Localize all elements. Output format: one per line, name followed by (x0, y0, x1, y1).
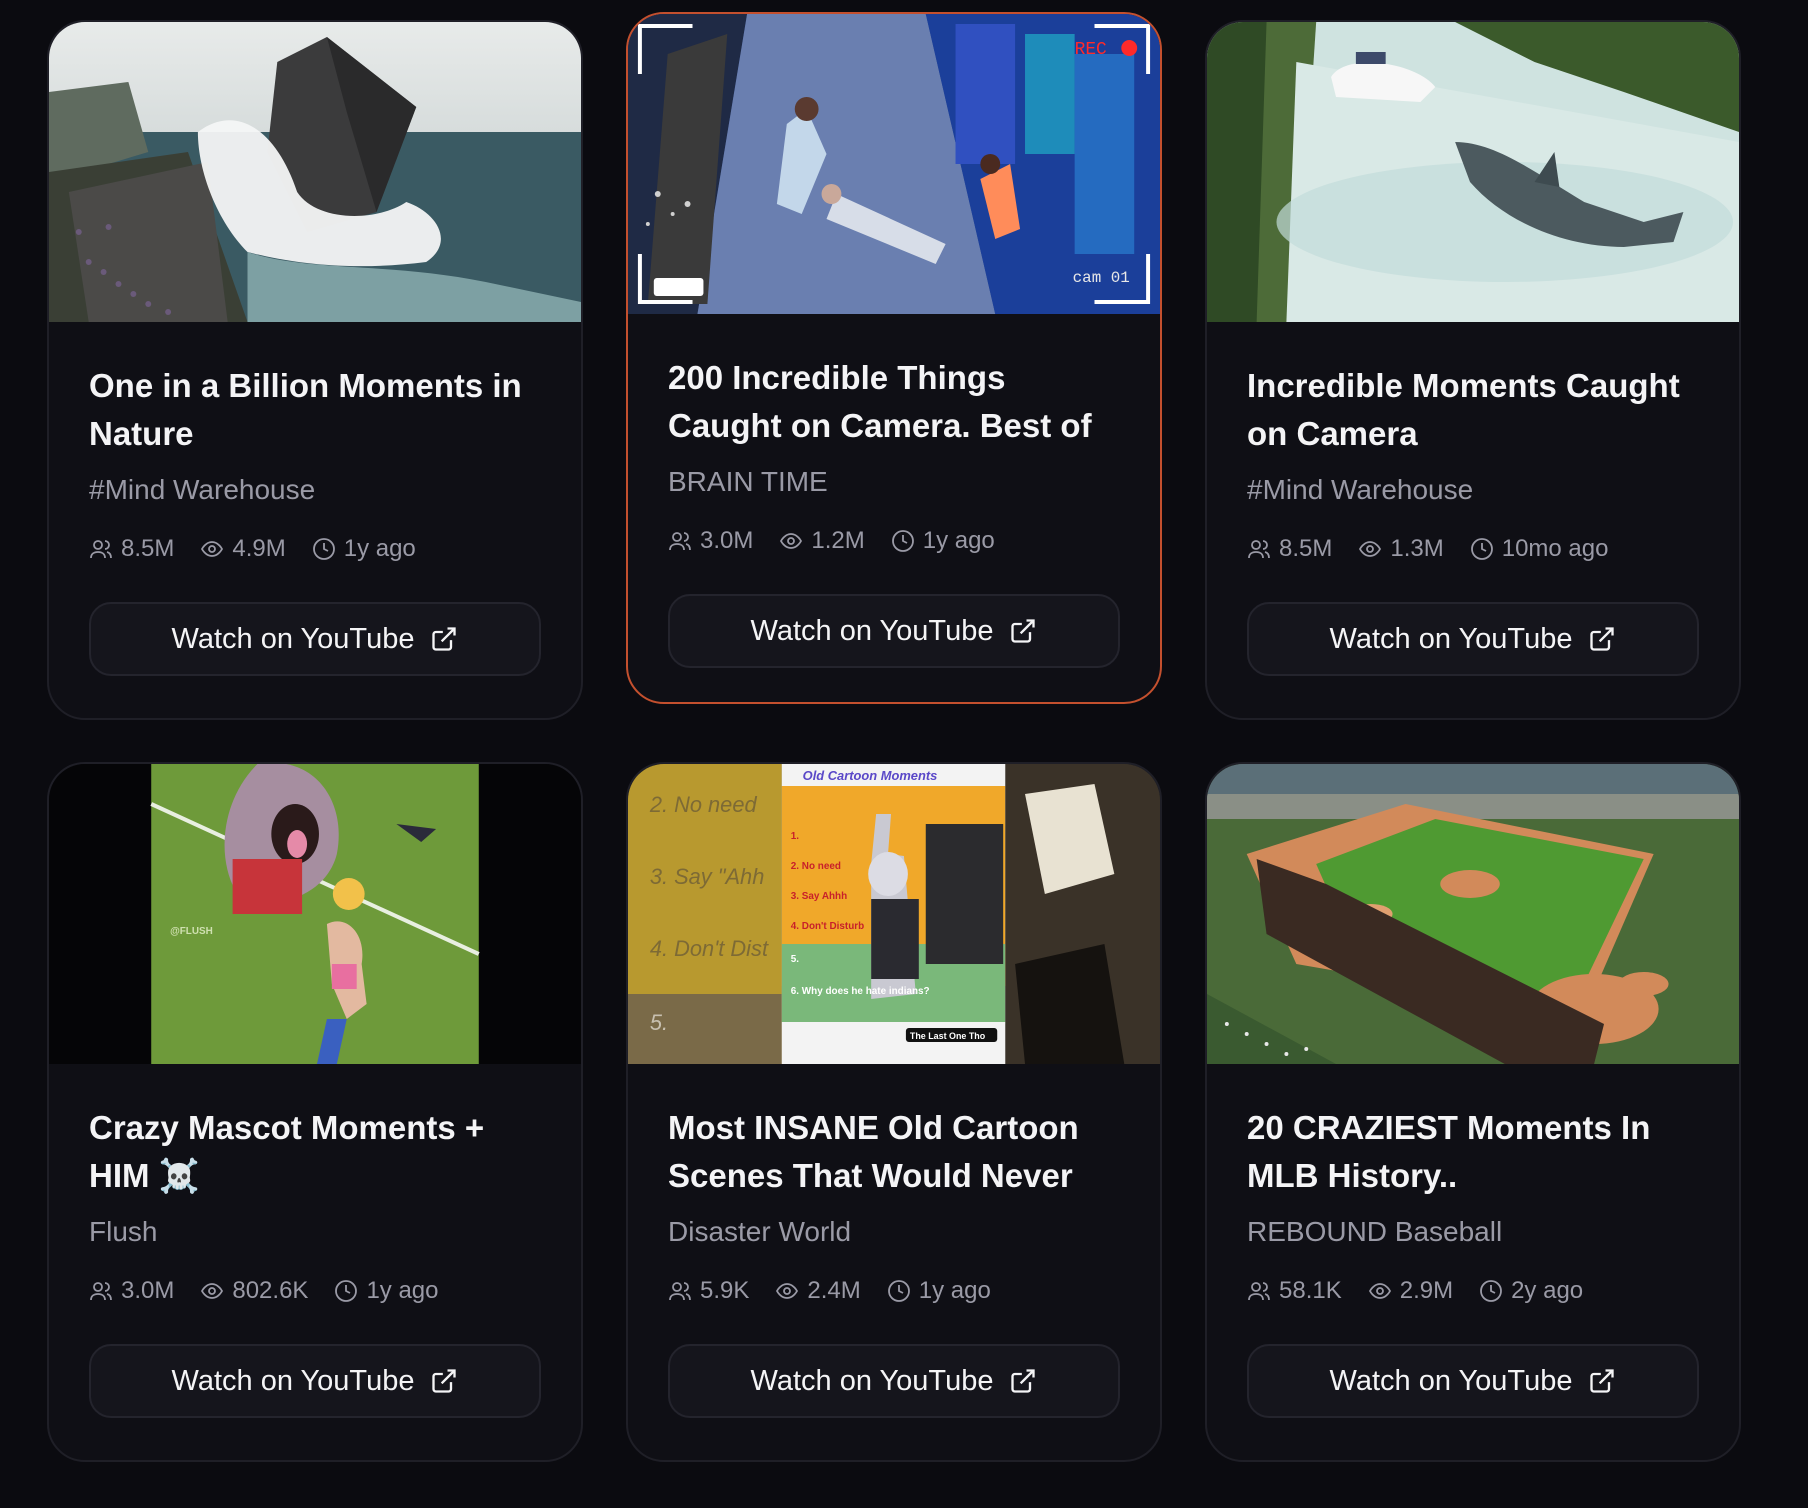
watch-on-youtube-button[interactable]: Watch on YouTube (668, 594, 1120, 668)
subscriber-count: 8.5M (89, 535, 174, 563)
rec-label: REC (1075, 40, 1107, 60)
users-icon (1248, 540, 1270, 559)
users-icon (90, 540, 112, 559)
video-thumbnail[interactable] (1207, 764, 1739, 1064)
video-grid: One in a Billion Moments in Nature #Mind… (47, 12, 1741, 1462)
video-stats: 8.5M 4.9M 1y ago (89, 532, 541, 566)
clock-icon (1480, 1280, 1502, 1302)
eye-icon (201, 1283, 224, 1299)
recording-dot (1121, 40, 1138, 56)
thumbnail-footer: The Last One Tho (910, 1031, 986, 1041)
eye-icon (201, 541, 224, 557)
channel-name: REBOUND Baseball (1247, 1216, 1503, 1247)
view-count: 2.4M (775, 1277, 861, 1305)
thumbnail-watermark: @FLUSH (170, 926, 213, 937)
emoji-face-icon (332, 878, 365, 910)
list-item: 6. Why does he hate indians? (791, 986, 930, 997)
watch-on-youtube-button[interactable]: Watch on YouTube (89, 602, 541, 676)
channel-name: BRAIN TIME (668, 466, 828, 497)
video-stats: 5.9K 2.4M 1y ago (668, 1274, 1120, 1308)
video-title: One in a Billion Moments in Nature (89, 367, 522, 452)
video-title: Most INSANE Old Cartoon Scenes That Woul… (668, 1109, 1079, 1194)
eye-icon (1359, 541, 1382, 557)
subscriber-count: 58.1K (1247, 1277, 1342, 1305)
external-link-icon (1011, 1369, 1036, 1393)
external-link-icon (1590, 627, 1615, 651)
video-stats: 8.5M 1.3M 10mo ago (1247, 532, 1699, 566)
view-count: 4.9M (200, 535, 286, 563)
video-thumbnail[interactable]: REC cam 01 (628, 14, 1160, 314)
clock-icon (1470, 538, 1493, 560)
left-list-item: 3. Say "Ahh (650, 864, 765, 889)
list-item: 5. (791, 954, 800, 965)
upload-age: 1y ago (887, 1277, 991, 1305)
video-thumbnail[interactable]: @FLUSH (49, 764, 581, 1064)
video-stats: 3.0M 1.2M 1y ago (668, 524, 1120, 558)
clock-icon (312, 538, 335, 560)
users-icon (669, 1282, 691, 1301)
external-link-icon (432, 627, 457, 651)
external-link-icon (1011, 619, 1036, 643)
upload-age: 1y ago (891, 527, 995, 555)
channel-name: #Mind Warehouse (89, 474, 316, 505)
eye-icon (1368, 1283, 1391, 1299)
upload-age: 10mo ago (1470, 535, 1608, 563)
clock-icon (891, 530, 914, 552)
users-icon (1248, 1282, 1270, 1301)
channel-name: #Mind Warehouse (1247, 474, 1474, 505)
video-thumbnail[interactable] (49, 22, 581, 322)
users-icon (90, 1282, 112, 1301)
watch-on-youtube-button[interactable]: Watch on YouTube (1247, 602, 1699, 676)
video-stats: 58.1K 2.9M 2y ago (1247, 1274, 1699, 1308)
eye-icon (780, 533, 803, 549)
video-title: Crazy Mascot Moments + HIM ☠️ (89, 1109, 485, 1194)
list-item: 1. (791, 831, 800, 842)
view-count: 2.9M (1368, 1277, 1453, 1305)
thumbnail-header: Old Cartoon Moments (803, 768, 938, 783)
upload-age: 1y ago (312, 535, 416, 563)
view-count: 1.3M (1358, 535, 1444, 563)
left-list-item: 5. (650, 1010, 668, 1035)
upload-age: 1y ago (334, 1277, 439, 1305)
upload-age: 2y ago (1479, 1277, 1583, 1305)
external-link-icon (1590, 1369, 1615, 1393)
channel-name: Disaster World (668, 1216, 852, 1247)
watch-on-youtube-button[interactable]: Watch on YouTube (89, 1344, 541, 1418)
video-card-selected[interactable]: REC cam 01 200 Incredible Things Caught … (626, 12, 1162, 704)
video-thumbnail[interactable]: Old Cartoon Moments 1. 2. No need 3. Say… (628, 764, 1160, 1064)
list-item: 2. No need (791, 861, 841, 872)
video-card[interactable]: One in a Billion Moments in Nature #Mind… (47, 20, 583, 720)
subscriber-count: 3.0M (668, 527, 753, 555)
watch-on-youtube-button[interactable]: Watch on YouTube (1247, 1344, 1699, 1418)
clock-icon (335, 1280, 358, 1302)
video-thumbnail[interactable] (1207, 22, 1739, 322)
battery-icon (653, 278, 704, 296)
left-list-item: 2. No need (649, 792, 758, 817)
video-card[interactable]: 20 CRAZIEST Moments In MLB History.. REB… (1205, 762, 1741, 1462)
left-list-item: 4. Don't Dist (650, 936, 769, 961)
subscriber-count: 3.0M (89, 1277, 174, 1305)
video-title: 20 CRAZIEST Moments In MLB History.. (1247, 1109, 1651, 1194)
video-card[interactable]: Old Cartoon Moments 1. 2. No need 3. Say… (626, 762, 1162, 1462)
external-link-icon (432, 1369, 457, 1393)
channel-name: Flush (89, 1216, 158, 1247)
users-icon (669, 532, 691, 551)
video-card[interactable]: Incredible Moments Caught on Camera #Min… (1205, 20, 1741, 720)
eye-icon (776, 1283, 799, 1299)
clock-icon (887, 1280, 910, 1302)
list-item: 4. Don't Disturb (791, 921, 864, 932)
subscriber-count: 5.9K (668, 1277, 749, 1305)
view-count: 1.2M (779, 527, 865, 555)
video-title: 200 Incredible Things Caught on Camera. … (668, 359, 1092, 444)
subscriber-count: 8.5M (1247, 535, 1332, 563)
list-item: 3. Say Ahhh (791, 891, 847, 902)
watch-on-youtube-button[interactable]: Watch on YouTube (668, 1344, 1120, 1418)
video-card[interactable]: @FLUSH Crazy Mascot Moments + HIM ☠️ Flu… (47, 762, 583, 1462)
video-title: Incredible Moments Caught on Camera (1247, 367, 1680, 452)
view-count: 802.6K (200, 1277, 308, 1305)
camera-label: cam 01 (1073, 269, 1130, 287)
video-stats: 3.0M 802.6K 1y ago (89, 1274, 541, 1308)
